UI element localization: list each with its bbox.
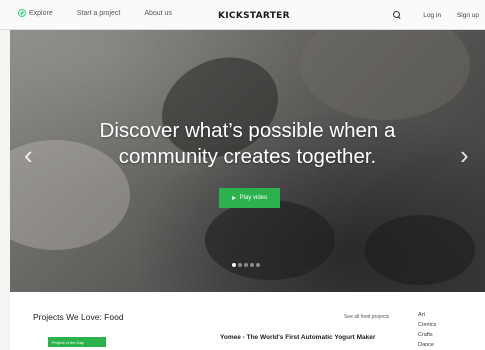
play-video-label: Play video [239,195,268,201]
background-shape [365,215,475,285]
carousel-dot[interactable] [232,263,236,267]
start-project-label: Start a project [76,9,121,17]
projects-section: Projects We Love: Food See all food proj… [10,292,485,350]
hero-headline-line-2: community creates together. [118,145,377,168]
start-project-link[interactable]: Start a project [77,10,121,17]
see-all-link[interactable]: See all food projects [344,314,389,320]
nav-left-group: Explore Start a project About us [18,9,196,17]
hero-headline: Discover what’s possible when a communit… [10,118,485,170]
background-shape [205,200,335,280]
hero-carousel: Discover what’s possible when a communit… [10,30,485,292]
about-link[interactable]: About us [144,10,172,17]
carousel-dot[interactable] [256,263,260,267]
carousel-pagination [232,263,262,267]
hero-headline-line-1: Discover what’s possible when a [99,119,396,142]
category-comics[interactable]: Comics [418,320,436,330]
carousel-next-arrow-icon[interactable]: › [460,142,469,168]
carousel-dot[interactable] [244,263,248,267]
search-icon[interactable] [393,11,401,19]
nav-right-group: Log in Sign up [393,11,479,19]
category-crafts[interactable]: Crafts [418,330,436,340]
carousel-dot[interactable] [238,263,242,267]
background-shape [300,30,470,120]
top-navigation-bar: Explore Start a project About us KICKSTA… [0,0,485,30]
explore-label: Explore [29,9,53,17]
play-video-button[interactable]: Play video [219,188,280,208]
login-link[interactable]: Log in [423,12,441,19]
compass-icon [18,9,26,17]
carousel-dot[interactable] [250,263,254,267]
category-art[interactable]: Art [418,310,436,320]
kickstarter-logo[interactable]: KICKSTARTER [218,11,290,21]
play-icon [231,196,236,200]
category-dance[interactable]: Dance [418,340,436,350]
featured-project-title[interactable]: Yomee - The World's First Automatic Yogu… [220,334,375,341]
about-label: About us [144,9,172,17]
section-title: Projects We Love: Food [33,312,124,322]
project-of-day-badge: Project of the Day [48,337,106,347]
explore-link[interactable]: Explore [18,9,53,17]
signup-link[interactable]: Sign up [457,12,479,19]
carousel-prev-arrow-icon[interactable]: ‹ [24,142,33,168]
category-list: Art Comics Crafts Dance [418,310,436,350]
